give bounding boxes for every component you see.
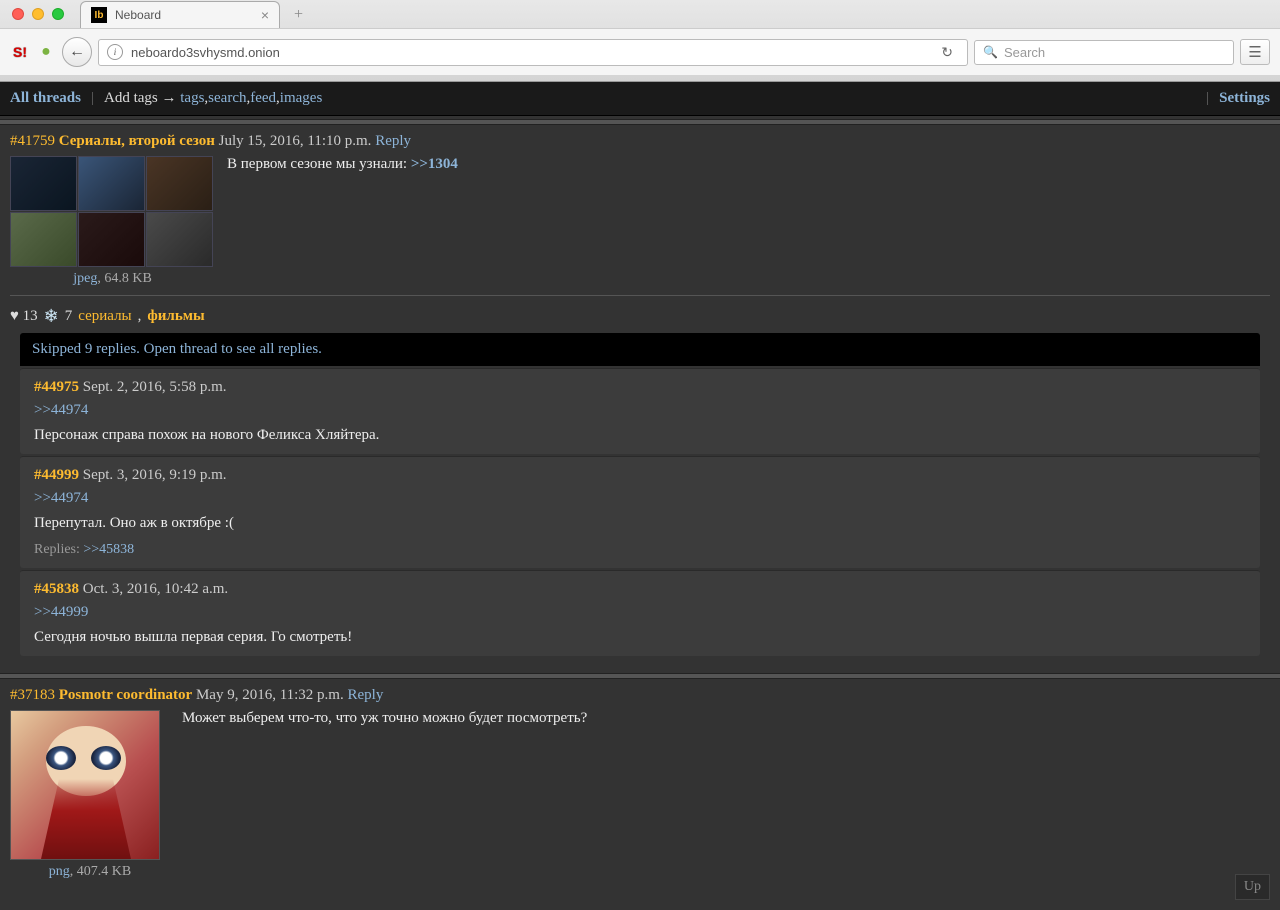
post-id-link[interactable]: #45838 bbox=[34, 581, 79, 597]
favicon-icon: Ib bbox=[91, 7, 107, 23]
back-button[interactable]: ← bbox=[62, 37, 92, 67]
add-tags-label: Add tags → bbox=[104, 90, 177, 107]
reply-post: #44999 Sept. 3, 2016, 9:19 p.m. >>44974 … bbox=[20, 456, 1260, 568]
search-bar[interactable]: 🔍 bbox=[974, 40, 1234, 65]
up-button[interactable]: Up bbox=[1235, 874, 1270, 900]
quote-link[interactable]: >>44974 bbox=[34, 490, 88, 506]
post-id-link[interactable]: #41759 bbox=[10, 133, 55, 149]
thumb-size: 407.4 KB bbox=[77, 864, 131, 879]
quote-link[interactable]: >>44999 bbox=[34, 604, 88, 620]
thumbnail-image[interactable] bbox=[10, 156, 215, 267]
reply-text: Персонаж справа похож на нового Феликса … bbox=[34, 427, 1246, 444]
post-date: July 15, 2016, 11:10 p.m. bbox=[219, 133, 372, 149]
reply-link[interactable]: Reply bbox=[347, 687, 383, 703]
post-title-link[interactable]: Сериалы, второй сезон bbox=[59, 133, 215, 149]
hearts-count: ♥ 13 bbox=[10, 308, 38, 325]
nav-search-link[interactable]: search bbox=[208, 90, 246, 107]
reply-post: #45838 Oct. 3, 2016, 10:42 a.m. >>44999 … bbox=[20, 570, 1260, 656]
nav-tags-link[interactable]: tags bbox=[180, 90, 204, 107]
snowflake-icon: ❄ bbox=[44, 306, 59, 327]
browser-chrome: Ib Neboard × + S! ● ← i neboardo3svhysmd… bbox=[0, 0, 1280, 82]
browser-tab[interactable]: Ib Neboard × bbox=[80, 1, 280, 28]
post-date: Oct. 3, 2016, 10:42 a.m. bbox=[83, 581, 228, 597]
post-id-link[interactable]: #37183 bbox=[10, 687, 55, 703]
tab-bar: Ib Neboard × + bbox=[0, 0, 1280, 28]
post-text: В первом сезоне мы узнали: >>1304 bbox=[227, 156, 1270, 287]
url-bar[interactable]: i neboardo3svhysmd.onion ↻ bbox=[98, 39, 968, 66]
reply-ref-link[interactable]: >>45838 bbox=[83, 542, 134, 557]
quote-link[interactable]: >>1304 bbox=[411, 156, 458, 172]
post-date: Sept. 3, 2016, 9:19 p.m. bbox=[83, 467, 227, 483]
tag-link[interactable]: фильмы bbox=[147, 308, 204, 325]
search-icon: 🔍 bbox=[983, 45, 998, 59]
reply-link[interactable]: Reply bbox=[375, 133, 411, 149]
all-threads-link[interactable]: All threads bbox=[10, 90, 81, 107]
nav-images-link[interactable]: images bbox=[280, 90, 323, 107]
menu-button[interactable]: ☰ bbox=[1240, 39, 1270, 65]
nav-feed-link[interactable]: feed bbox=[250, 90, 276, 107]
thumb-type-link[interactable]: png bbox=[49, 864, 70, 879]
reply-post: #44975 Sept. 2, 2016, 5:58 p.m. >>44974 … bbox=[20, 368, 1260, 454]
thumbnail-block: png, 407.4 KB bbox=[10, 710, 170, 880]
post-id-link[interactable]: #44999 bbox=[34, 467, 79, 483]
reply-text: Перепутал. Оно аж в октябре :( bbox=[34, 515, 1246, 532]
post-date: May 9, 2016, 11:32 p.m. bbox=[196, 687, 344, 703]
tor-onion-icon[interactable]: ● bbox=[36, 42, 56, 62]
thumbnail-image[interactable] bbox=[10, 710, 160, 860]
window-close-button[interactable] bbox=[12, 8, 24, 20]
new-tab-button[interactable]: + bbox=[286, 2, 311, 28]
search-input[interactable] bbox=[1004, 45, 1225, 60]
skip-notice[interactable]: Skipped 9 replies. Open thread to see al… bbox=[20, 333, 1260, 366]
browser-toolbar: S! ● ← i neboardo3svhysmd.onion ↻ 🔍 ☰ bbox=[0, 28, 1280, 75]
reload-icon[interactable]: ↻ bbox=[935, 44, 959, 61]
thread-op: #41759 Сериалы, второй сезон July 15, 20… bbox=[0, 125, 1280, 291]
post-text: Может выберем что-то, что уж точно можно… bbox=[182, 710, 1270, 880]
post-header: #37183 Posmotr coordinator May 9, 2016, … bbox=[10, 687, 1270, 704]
post-id-link[interactable]: #44975 bbox=[34, 379, 79, 395]
site-info-icon[interactable]: i bbox=[107, 44, 123, 60]
replies-label: Replies: >>45838 bbox=[34, 542, 1246, 558]
window-maximize-button[interactable] bbox=[52, 8, 64, 20]
post-date: Sept. 2, 2016, 5:58 p.m. bbox=[83, 379, 227, 395]
quote-link[interactable]: >>44974 bbox=[34, 402, 88, 418]
post-title-link[interactable]: Posmotr coordinator bbox=[59, 687, 192, 703]
bump-count: 7 bbox=[65, 308, 73, 325]
window-minimize-button[interactable] bbox=[32, 8, 44, 20]
url-text: neboardo3svhysmd.onion bbox=[131, 45, 280, 60]
post-header: #41759 Сериалы, второй сезон July 15, 20… bbox=[10, 133, 1270, 150]
page-content: All threads | Add tags → tags, search, f… bbox=[0, 82, 1280, 910]
tab-title: Neboard bbox=[115, 8, 161, 22]
replies-container: Skipped 9 replies. Open thread to see al… bbox=[0, 333, 1280, 670]
tag-row: ♥ 13 ❄ 7 сериалы, фильмы bbox=[0, 300, 1280, 333]
thumb-type-link[interactable]: jpeg bbox=[73, 271, 97, 286]
tab-close-icon[interactable]: × bbox=[261, 7, 269, 23]
thumbnail-block: jpeg, 64.8 KB bbox=[10, 156, 215, 287]
hr bbox=[10, 295, 1270, 296]
thumb-size: 64.8 KB bbox=[104, 271, 151, 286]
reply-text: Сегодня ночью вышла первая серия. Го смо… bbox=[34, 629, 1246, 646]
settings-link[interactable]: Settings bbox=[1219, 90, 1270, 107]
thread-op: #37183 Posmotr coordinator May 9, 2016, … bbox=[0, 679, 1280, 884]
extension-s1-icon[interactable]: S! bbox=[10, 42, 30, 62]
tag-link[interactable]: сериалы bbox=[78, 308, 131, 325]
top-nav: All threads | Add tags → tags, search, f… bbox=[0, 82, 1280, 116]
